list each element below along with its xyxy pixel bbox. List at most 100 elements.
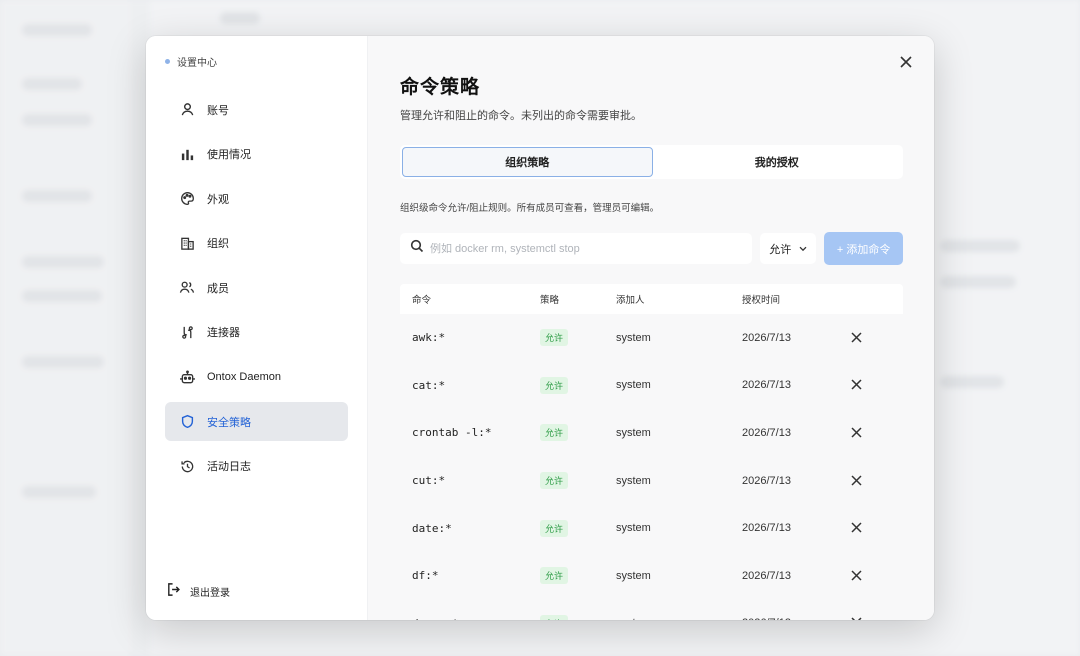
page-title: 命令策略 [400,77,481,98]
sidebar-item-label: 账号 [207,104,229,117]
settings-content: 命令策略 管理允许和阻止的命令。未列出的命令需要审批。 组织策略 我的授权 组织… [368,36,934,620]
column-header-command: 命令 [412,295,432,306]
sidebar-title: 设置中心 [177,57,217,69]
policy-badge: 允许 [540,329,569,347]
column-header-policy: 策略 [540,295,560,306]
sidebar-item-security-policy[interactable]: 安全策略 [165,402,348,442]
building-icon [179,235,195,251]
policy-select[interactable]: 允许 [760,233,817,264]
added-by-cell: system [616,522,651,535]
table-row: awk:* 允许 system 2026/7/13 [400,314,903,362]
search-icon [410,239,424,258]
logout-button[interactable]: 退出登录 [166,582,230,600]
delete-button[interactable] [850,331,864,345]
close-icon [851,379,862,390]
add-command-toolbar: 允许 + 添加命令 [400,232,903,265]
sidebar-item-label: 外观 [207,193,229,206]
add-command-button[interactable]: + 添加命令 [824,232,903,265]
granted-time-cell: 2026/7/13 [742,474,791,487]
table-row: cut:* 允许 system 2026/7/13 [400,457,903,505]
sidebar-item-label: 连接器 [207,327,240,340]
sidebar-item-usage[interactable]: 使用情况 [165,135,348,174]
table-body: awk:* 允许 system 2026/7/13 cat:* 允许 system 2026/… [400,314,903,620]
command-policy-table: 命令 策略 添加人 授权时间 awk:* 允许 system 2026/7/13 cat… [400,284,903,620]
settings-sidebar: 设置中心 账号 使用情况 外观 组织 成员 连接器 Ontox Daemon 安… [146,36,368,620]
logout-label: 退出登录 [190,587,230,599]
sidebar-item-label: 成员 [207,282,229,295]
command-cell: cut:* [412,474,446,488]
robot-icon [179,369,195,385]
table-row: date:* 允许 system 2026/7/13 [400,504,903,552]
command-input[interactable] [430,242,753,255]
close-icon [851,522,862,533]
sidebar-item-organization[interactable]: 组织 [165,224,348,263]
tab-org-policy[interactable]: 组织策略 [402,147,653,177]
sidebar-item-label: 使用情况 [207,149,251,162]
delete-button[interactable] [850,378,864,392]
granted-time-cell: 2026/7/13 [742,617,848,620]
granted-time-cell: 2026/7/13 [742,569,791,582]
chevron-down-icon [799,243,807,255]
table-row: crontab -l:* 允许 system 2026/7/13 [400,409,903,457]
sidebar-item-connectors[interactable]: 连接器 [165,313,348,352]
close-button[interactable] [896,52,916,72]
delete-button[interactable] [850,474,864,488]
delete-button[interactable] [850,569,864,583]
added-by-cell: system [616,617,742,620]
page-subtitle: 管理允许和阻止的命令。未列出的命令需要审批。 [400,110,642,122]
table-header: 命令 策略 添加人 授权时间 [400,284,903,314]
policy-badge: 允许 [540,614,569,620]
connector-icon [179,324,195,340]
policy-badge: 允许 [540,424,569,442]
close-icon [851,427,862,438]
sidebar-item-ontox-daemon[interactable]: Ontox Daemon [165,358,348,397]
command-cell: crontab -l:* [412,426,492,440]
sidebar-nav: 账号 使用情况 外观 组织 成员 连接器 Ontox Daemon 安全策略 活… [146,90,367,486]
close-icon [851,475,862,486]
granted-time-cell: 2026/7/13 [742,522,791,535]
close-icon [851,332,862,343]
status-dot-icon [165,58,170,64]
table-row: df:* 允许 system 2026/7/13 [400,552,903,600]
section-description: 组织级命令允许/阻止规则。所有成员可查看，管理员可编辑。 [400,203,660,214]
shield-icon [179,414,195,430]
sidebar-item-label: 活动日志 [207,461,251,474]
delete-button[interactable] [850,616,864,620]
bar-chart-icon [179,146,195,162]
sidebar-item-account[interactable]: 账号 [165,90,348,129]
table-row: dmesg:* 允许 system2026/7/13 [400,600,903,620]
delete-button[interactable] [850,426,864,440]
sidebar-item-activity-log[interactable]: 活动日志 [165,447,348,486]
sidebar-item-label: 安全策略 [207,416,251,429]
delete-button[interactable] [850,521,864,535]
added-by-cell: system [616,474,651,487]
added-by-cell: system [616,331,651,344]
added-by-cell: system [616,569,651,582]
close-icon [851,570,862,581]
history-icon [179,458,195,474]
sidebar-item-members[interactable]: 成员 [165,268,348,307]
policy-tabs: 组织策略 我的授权 [400,145,903,179]
close-icon [900,56,912,68]
column-header-added-by: 添加人 [616,295,645,306]
sidebar-item-label: 组织 [207,238,229,251]
command-cell: date:* [412,521,452,535]
granted-time-cell: 2026/7/13 [742,331,791,344]
close-icon [851,617,862,620]
added-by-cell: system [616,426,651,439]
search-box [400,233,753,264]
policy-badge: 允许 [540,472,569,490]
command-cell: df:* [412,569,439,583]
tab-my-grants[interactable]: 我的授权 [653,147,902,177]
granted-time-cell: 2026/7/13 [742,426,791,439]
added-by-cell: system [616,379,651,392]
sidebar-item-appearance[interactable]: 外观 [165,179,348,218]
sidebar-item-label: Ontox Daemon [207,371,281,384]
policy-select-value: 允许 [769,243,792,256]
settings-modal: 设置中心 账号 使用情况 外观 组织 成员 连接器 Ontox Daemon 安… [146,36,934,620]
command-cell: awk:* [412,331,446,345]
palette-icon [179,191,195,207]
column-header-granted-time: 授权时间 [742,295,781,306]
sidebar-header: 设置中心 [146,54,367,69]
command-cell: dmesg:* [412,617,458,620]
